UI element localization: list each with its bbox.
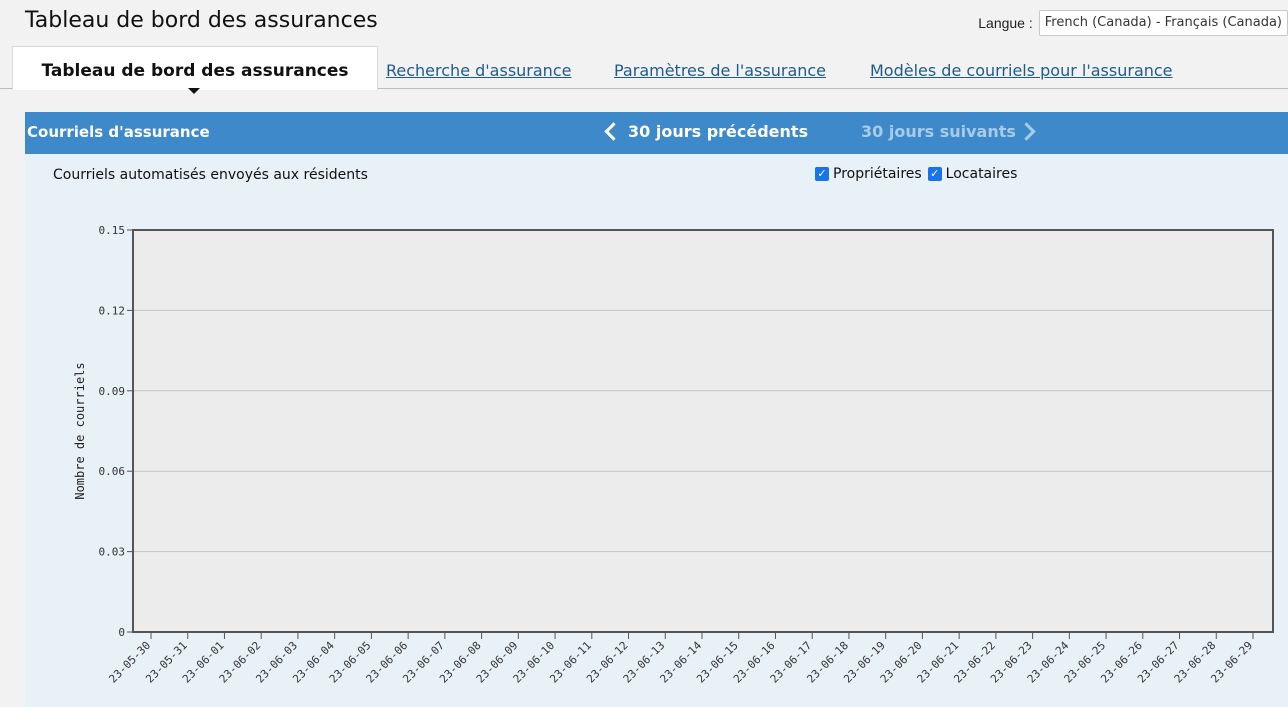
tab-search[interactable]: Recherche d'assurance bbox=[386, 61, 571, 80]
plot-area bbox=[133, 230, 1273, 632]
y-tick-label: 0.15 bbox=[99, 224, 126, 237]
insurance-emails-panel: Courriels d'assurance 30 jours précédent… bbox=[25, 112, 1288, 707]
y-tick-label: 0 bbox=[118, 626, 125, 639]
language-label: Langue : bbox=[978, 15, 1033, 31]
y-tick-label: 0.06 bbox=[99, 465, 126, 478]
page-title: Tableau de bord des assurances bbox=[25, 8, 378, 33]
language-select[interactable]: French (Canada) - Français (Canada) bbox=[1038, 10, 1288, 36]
tab-settings[interactable]: Paramètres de l'assurance bbox=[614, 61, 826, 80]
tab-bar: Tableau de bord des assurances Recherche… bbox=[0, 46, 1288, 94]
tab-email-templates[interactable]: Modèles de courriels pour l'assurance bbox=[870, 61, 1173, 80]
y-tick-label: 0.12 bbox=[99, 304, 126, 317]
tab-dashboard-label: Tableau de bord des assurances bbox=[41, 61, 349, 81]
y-tick-label: 0.09 bbox=[99, 385, 126, 398]
emails-chart: 00.030.060.090.120.1523-05-3023-05-3123-… bbox=[73, 224, 1274, 686]
tab-dashboard[interactable]: Tableau de bord des assurances bbox=[12, 46, 378, 90]
language-selector: Langue : French (Canada) - Français (Can… bbox=[978, 10, 1288, 36]
y-tick-label: 0.03 bbox=[99, 546, 126, 559]
active-tab-caret-icon bbox=[188, 88, 200, 94]
y-axis-title: Nombre de courriels bbox=[73, 362, 87, 499]
